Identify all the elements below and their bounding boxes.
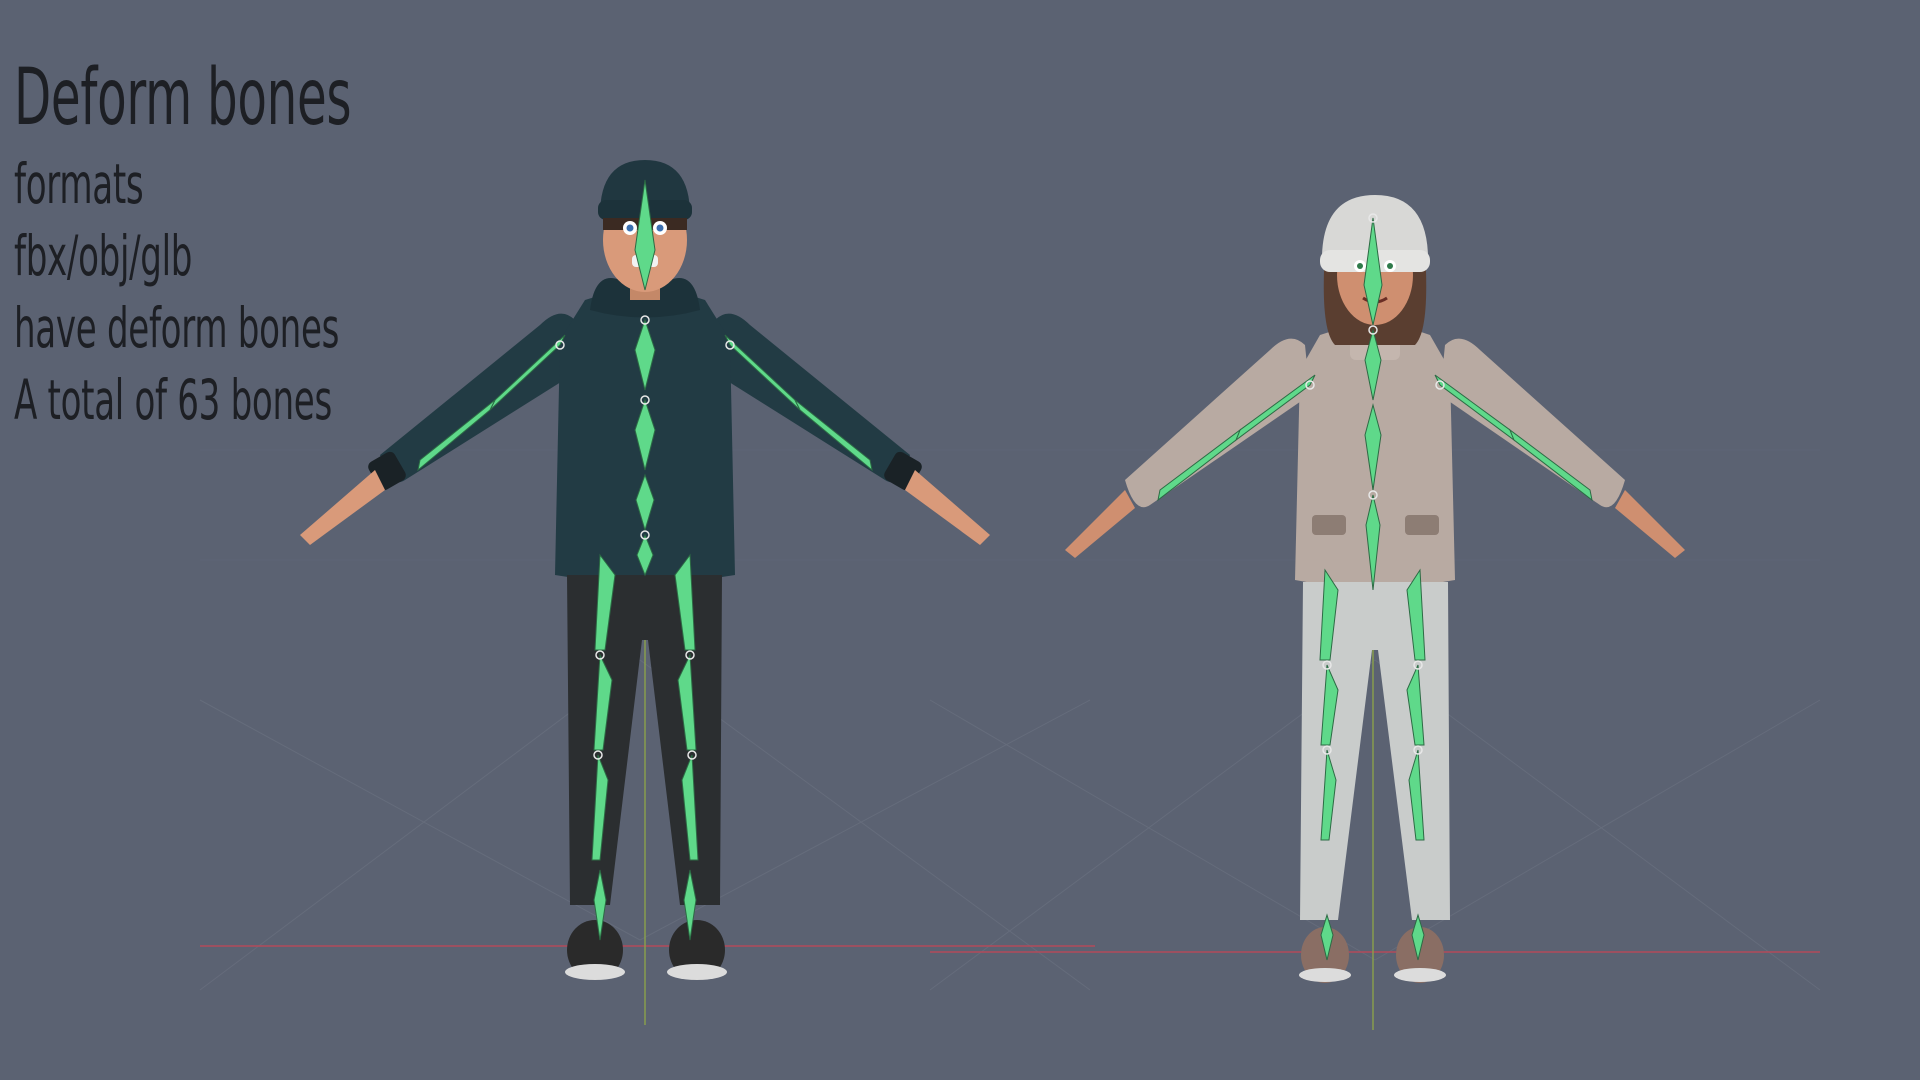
female-right-pupil [1387, 263, 1393, 269]
female-right-sole [1394, 968, 1446, 982]
info-overlay: Deform bones formats fbx/obj/glb have de… [14, 48, 558, 436]
female-left-pocket [1312, 515, 1346, 535]
page-title: Deform bones [14, 53, 352, 143]
male-right-hand [905, 470, 990, 545]
female-left-hand [1065, 490, 1135, 558]
female-right-pocket [1405, 515, 1439, 535]
male-left-hand [300, 470, 385, 545]
info-line-deform: have deform bones [14, 296, 340, 360]
floor-grid [199, 449, 1821, 991]
info-line-bone-count: A total of 63 bones [14, 368, 332, 432]
info-line-formats: formats [14, 152, 144, 216]
female-left-pupil [1357, 263, 1363, 269]
male-right-sole [667, 964, 727, 980]
male-right-sleeve [710, 313, 910, 483]
female-left-sleeve [1125, 338, 1310, 508]
female-left-sole [1299, 968, 1351, 982]
info-line-file-types: fbx/obj/glb [14, 224, 193, 288]
male-left-sole [565, 964, 625, 980]
male-right-pupil [656, 224, 664, 232]
male-left-pupil [626, 224, 634, 232]
female-right-hand [1615, 490, 1685, 558]
female-character[interactable] [1065, 195, 1685, 983]
female-right-sleeve [1440, 338, 1625, 508]
